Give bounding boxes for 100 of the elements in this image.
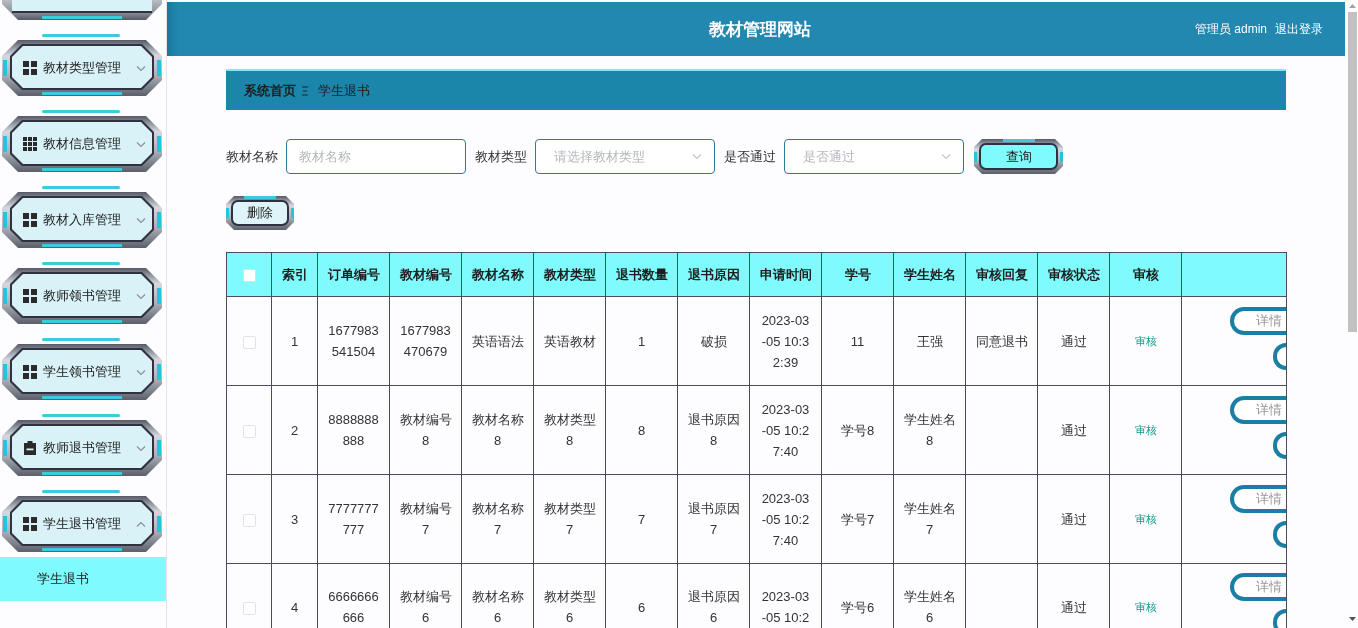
table-cell: 1677983470679 [400, 323, 451, 359]
table-cell: 2023-03-05 10:32:39 [761, 312, 810, 370]
menu-item[interactable]: 教师退书管理 [2, 420, 162, 476]
review-link[interactable]: 审核 [1134, 424, 1157, 436]
table-cell: 学号8 [840, 422, 875, 438]
admin-label: 管理员 admin [1194, 20, 1267, 38]
column-header: 订单编号 [327, 267, 380, 282]
breadcrumb-link[interactable]: 系统首页 [244, 81, 296, 100]
row-checkbox[interactable] [242, 424, 256, 438]
field-label: 教材名称 [226, 147, 278, 166]
table-cell: 1 [290, 333, 299, 349]
table-cell: 教材名称6 [471, 589, 524, 625]
chevron-down-icon [941, 153, 951, 160]
action-button[interactable] [1273, 343, 1286, 370]
row-checkbox[interactable] [242, 513, 256, 527]
action-button[interactable] [1273, 521, 1286, 548]
table-cell: 学生姓名8 [903, 412, 956, 448]
table-cell: 退书原因6 [687, 589, 740, 625]
grid-icon [23, 517, 37, 531]
table-cell: 2 [290, 422, 299, 438]
submenu-item[interactable]: 学生退书 [0, 557, 166, 601]
column-header: 教材名称 [471, 267, 524, 282]
logout-link[interactable]: 退出登录 [1275, 20, 1323, 38]
table-cell: 1 [637, 333, 646, 349]
table-cell: 8 [637, 422, 646, 438]
table-cell: 教材编号6 [399, 589, 452, 625]
table-cell: 通过 [1060, 333, 1087, 349]
grid-icon [23, 365, 37, 379]
table-cell: 退书原因7 [687, 501, 740, 537]
table-cell: 8888888888 [328, 412, 379, 448]
select-field[interactable]: 是否通过 [784, 139, 964, 174]
grid-icon [23, 213, 37, 227]
table-cell: 退书原因8 [687, 412, 740, 448]
delete-button[interactable]: 删除 [226, 196, 294, 230]
column-header: 退书原因 [687, 267, 740, 282]
details-button[interactable]: 详情 [1230, 396, 1286, 424]
table-cell: 王强 [916, 333, 943, 349]
table-cell: 教材名称7 [471, 501, 524, 537]
grid-icon [23, 137, 37, 151]
table-cell: 教材类型7 [543, 501, 596, 537]
table-cell: 通过 [1060, 422, 1087, 438]
column-header: 审核 [1132, 267, 1159, 282]
table-cell: 教材编号7 [399, 501, 452, 537]
table-cell: 学生姓名6 [903, 589, 956, 625]
menu-item[interactable]: 学生领书管理 [2, 344, 162, 400]
column-header: 学号 [844, 267, 871, 282]
details-button[interactable]: 详情 [1230, 485, 1286, 513]
breadcrumb-current: 学生退书 [318, 81, 370, 100]
menu-item[interactable]: 教材信息管理 [2, 116, 162, 172]
text-field[interactable]: 教材名称 [286, 139, 466, 174]
review-link[interactable]: 审核 [1134, 601, 1157, 613]
column-header: 索引 [281, 267, 308, 282]
table-cell: 通过 [1060, 599, 1087, 615]
action-button[interactable] [1273, 432, 1286, 459]
column-header: 学生姓名 [903, 267, 956, 282]
search-button[interactable]: 查询 [974, 139, 1063, 174]
select-all-checkbox[interactable] [242, 269, 256, 283]
table-cell: 4 [290, 599, 299, 615]
details-button[interactable]: 详情 [1230, 573, 1286, 601]
review-link[interactable]: 审核 [1134, 335, 1157, 347]
scrollbar-thumb[interactable] [1348, 12, 1357, 332]
table-cell: 3 [290, 511, 299, 527]
field-label: 是否通过 [724, 147, 776, 166]
table-cell: 7777777777 [328, 501, 379, 537]
chevron-down-icon [692, 153, 702, 160]
table-cell: 通过 [1060, 511, 1087, 527]
column-header: 退书数量 [615, 267, 668, 282]
site-title: 教材管理网站 [708, 18, 811, 41]
table-cell: 7 [637, 511, 646, 527]
column-header: 教材类型 [543, 267, 596, 282]
table-cell: 学号6 [840, 599, 875, 615]
table-cell: 教材编号8 [399, 412, 452, 448]
grid-icon [23, 289, 37, 303]
row-checkbox[interactable] [242, 335, 256, 349]
table-cell: 1677983541504 [328, 323, 379, 359]
menu-item[interactable]: 教材类型管理 [2, 40, 162, 96]
table-cell: 2023-03-05 10:2 [761, 589, 810, 625]
row-checkbox[interactable] [242, 601, 256, 615]
menu-item[interactable]: 学生退书管理 [2, 496, 162, 552]
review-link[interactable]: 审核 [1134, 513, 1157, 525]
scroll-down-icon [1349, 617, 1356, 621]
column-header: 审核状态 [1047, 267, 1100, 282]
details-button[interactable]: 详情 [1230, 307, 1286, 335]
select-field[interactable]: 请选择教材类型 [535, 139, 715, 174]
menu-item[interactable]: 教材入库管理 [2, 192, 162, 248]
column-header: 审核回复 [975, 267, 1028, 282]
field-label: 教材类型 [475, 147, 527, 166]
scroll-up-icon [1349, 4, 1356, 8]
table-cell: 2023-03-05 10:27:40 [761, 490, 810, 548]
table-cell: 教材类型8 [543, 412, 596, 448]
table-cell: 教材类型6 [543, 589, 596, 625]
clipboard-icon [23, 441, 37, 455]
table-cell: 11 [850, 333, 865, 349]
menu-item[interactable]: 教师领书管理 [2, 268, 162, 324]
table-cell: 英语语法 [471, 333, 524, 349]
column-header: 申请时间 [759, 267, 812, 282]
table-cell: 学号7 [840, 511, 875, 527]
separator-icon [302, 85, 308, 96]
action-button[interactable] [1273, 609, 1286, 628]
table-cell: 破损 [700, 333, 727, 349]
